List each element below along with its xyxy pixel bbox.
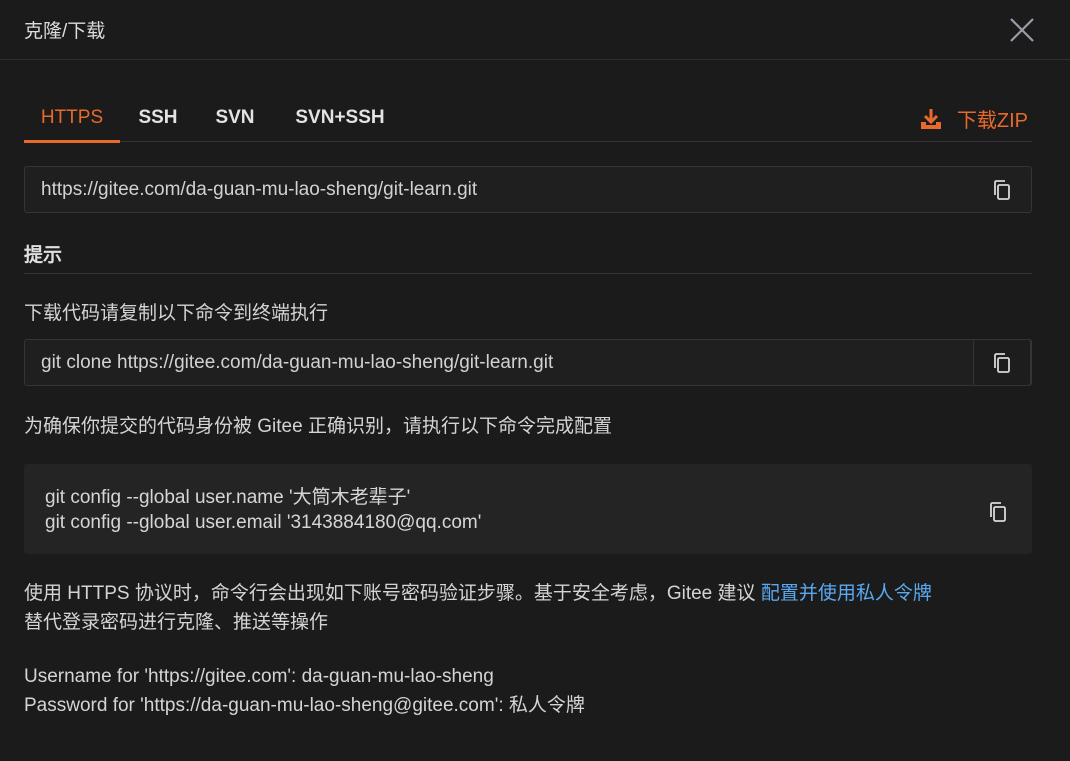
config-instruction: 为确保你提交的代码身份被 Gitee 正确识别，请执行以下命令完成配置 <box>24 416 612 437</box>
copy-config-button[interactable] <box>984 498 1012 526</box>
dialog-header: 克隆/下载 <box>0 0 1070 60</box>
tab-https[interactable]: HTTPS <box>24 96 120 143</box>
personal-token-link[interactable]: 配置并使用私人令牌 <box>761 583 932 604</box>
tab-svn-ssh[interactable]: SVN+SSH <box>284 96 396 142</box>
copy-clone-command-button[interactable] <box>973 339 1031 386</box>
clone-command-field[interactable]: git clone https://gitee.com/da-guan-mu-l… <box>24 339 1032 386</box>
copy-icon <box>990 502 1006 522</box>
repo-url-field[interactable]: https://gitee.com/da-guan-mu-lao-sheng/g… <box>24 166 1032 213</box>
repo-url-text: https://gitee.com/da-guan-mu-lao-sheng/g… <box>41 179 478 200</box>
password-prompt: Password for 'https://da-guan-mu-lao-she… <box>24 695 585 716</box>
https-note: 使用 HTTPS 协议时，命令行会出现如下账号密码验证步骤。基于安全考虑，Git… <box>24 579 932 637</box>
tab-ssh[interactable]: SSH <box>130 96 186 142</box>
protocol-tabs: HTTPS SSH SVN SVN+SSH 下载ZIP <box>24 96 1032 143</box>
download-zip-button[interactable]: 下载ZIP <box>919 104 1028 133</box>
copy-icon <box>994 352 1010 373</box>
config-command-block[interactable]: git config --global user.name '大筒木老辈子' g… <box>24 464 1032 554</box>
username-prompt: Username for 'https://gitee.com': da-gua… <box>24 666 494 687</box>
hint-title: 提示 <box>24 240 1032 274</box>
copy-url-button[interactable] <box>973 166 1031 213</box>
https-note-prefix: 使用 HTTPS 协议时，命令行会出现如下账号密码验证步骤。基于安全考虑，Git… <box>24 583 761 604</box>
clone-command-text: git clone https://gitee.com/da-guan-mu-l… <box>41 352 554 373</box>
close-icon[interactable] <box>1008 16 1036 44</box>
config-line-email: git config --global user.email '31438841… <box>45 512 482 533</box>
download-zip-label: 下载ZIP <box>956 110 1028 132</box>
https-note-suffix: 替代登录密码进行克隆、推送等操作 <box>24 612 329 633</box>
download-icon <box>920 108 941 129</box>
copy-icon <box>994 179 1010 200</box>
dialog-title: 克隆/下载 <box>24 21 106 42</box>
tab-svn[interactable]: SVN <box>206 96 264 142</box>
config-line-name: git config --global user.name '大筒木老辈子' <box>45 487 411 508</box>
clone-instruction: 下载代码请复制以下命令到终端执行 <box>24 303 329 324</box>
